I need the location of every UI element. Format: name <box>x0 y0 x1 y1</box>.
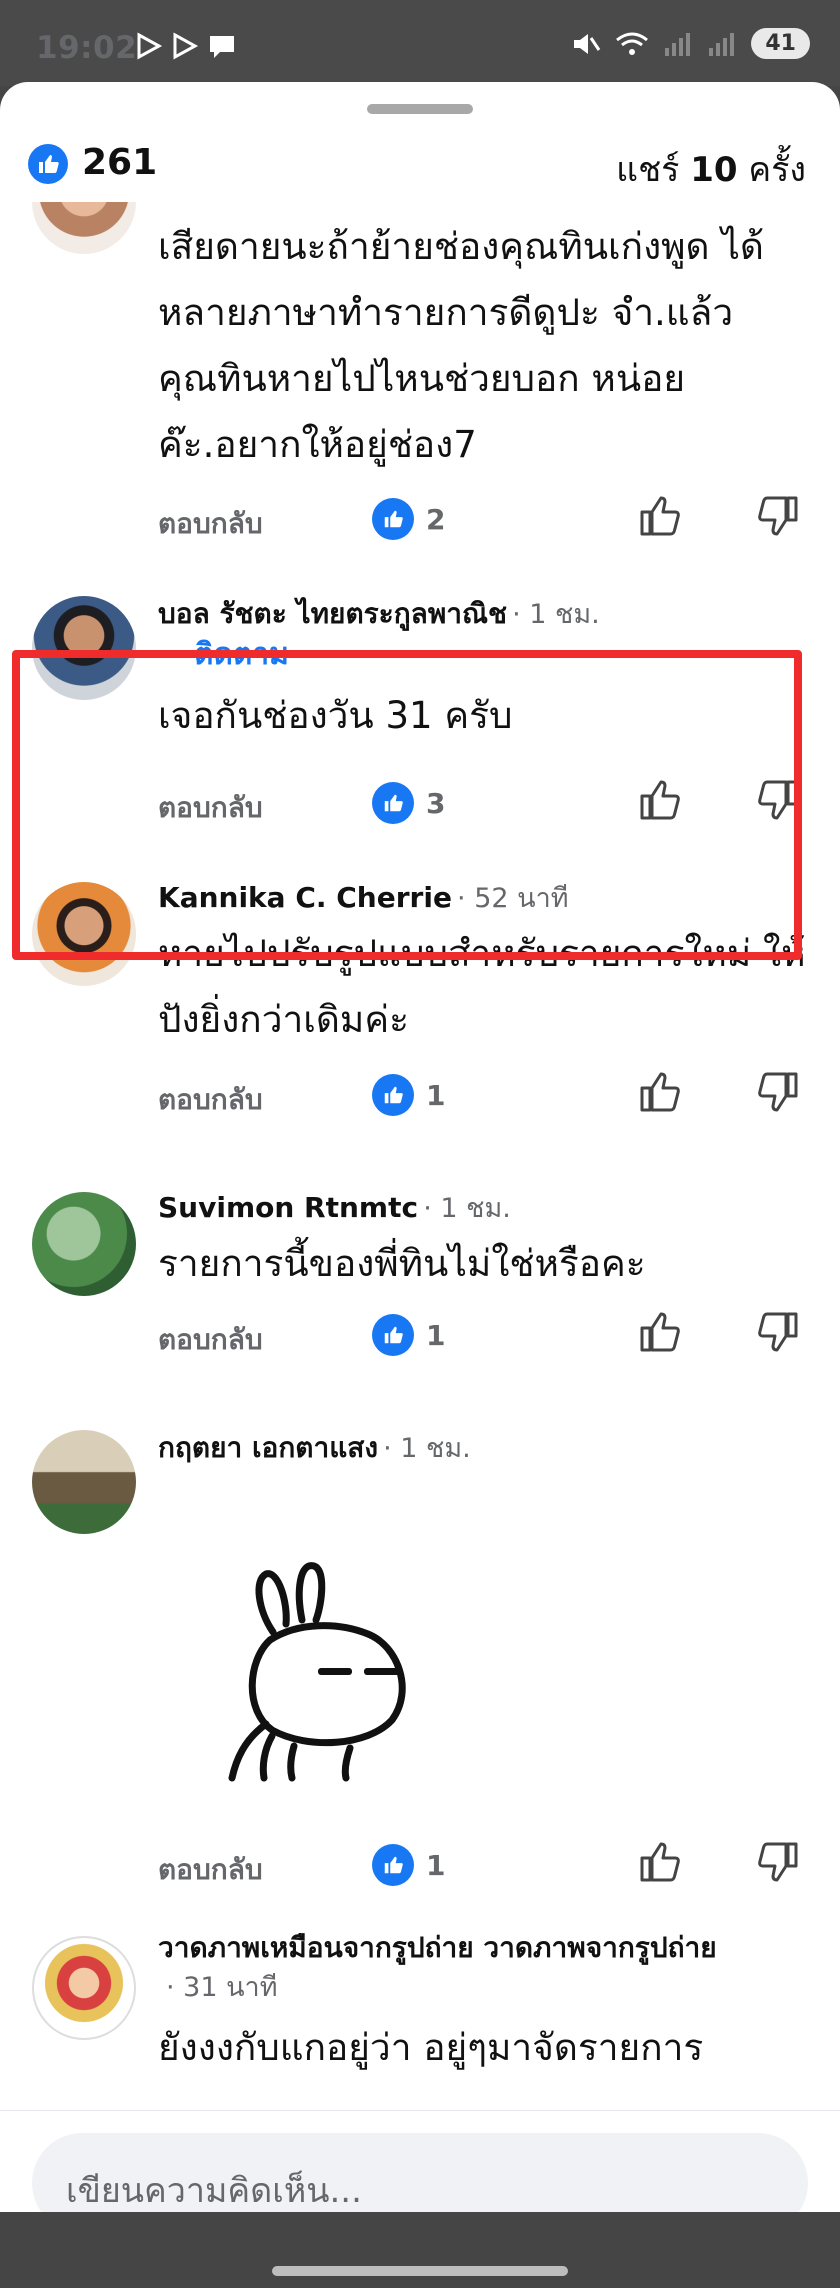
commenter-name[interactable]: กฤตยา เอกตาแสง <box>158 1431 378 1464</box>
thumbs-down-icon[interactable] <box>754 1068 802 1116</box>
comment-time: · 31 นาที <box>166 1972 278 2003</box>
commenter-name[interactable]: บอล รัชตะ ไทยตระกูลพาณิช <box>158 597 507 630</box>
comment-composer: เขียนความคิดเห็น... <box>0 2110 840 2212</box>
reply-button[interactable]: ตอบกลับ <box>158 1078 263 1122</box>
comment-input[interactable]: เขียนความคิดเห็น... <box>32 2133 808 2212</box>
play-icon <box>137 32 163 60</box>
comment-list: เสียดายนะถ้าย้ายช่องคุณทินเก่งพูด ได้หลา… <box>0 202 840 2110</box>
reply-button[interactable]: ตอบกลับ <box>158 1318 263 1362</box>
commenter-name[interactable]: Suvimon Rtnmtc <box>158 1191 418 1224</box>
reply-button[interactable]: ตอบกลับ <box>158 502 263 546</box>
reaction-count[interactable]: 1 <box>372 1074 445 1116</box>
comments-sheet: 261 แชร์ 10 ครั้ง เสียดายนะถ้าย้ายช่องคุ… <box>0 82 840 2212</box>
like-count[interactable]: 261 <box>82 142 157 183</box>
comment-text: เสียดายนะถ้าย้ายช่องคุณทินเก่งพูด ได้หลา… <box>158 225 764 466</box>
thumbs-down-icon[interactable] <box>754 1838 802 1886</box>
like-icon <box>372 1314 414 1356</box>
like-icon <box>28 144 68 184</box>
reaction-count[interactable]: 2 <box>372 498 445 540</box>
signal-icon <box>709 32 735 56</box>
reaction-count[interactable]: 1 <box>372 1314 445 1356</box>
thumbs-down-icon[interactable] <box>754 492 802 540</box>
play-icon <box>173 32 199 60</box>
thumbs-up-icon[interactable] <box>636 1068 684 1116</box>
drag-handle[interactable] <box>367 104 473 114</box>
comment-time: · 1 ชม. <box>383 1433 471 1464</box>
notification-icons <box>135 32 237 60</box>
comment-time: · 1 ชม. <box>423 1193 511 1224</box>
battery-indicator: 41 <box>751 28 810 59</box>
avatar[interactable] <box>32 1192 136 1296</box>
chat-icon <box>210 36 234 58</box>
comment-input-placeholder: เขียนความคิดเห็น... <box>66 2171 362 2211</box>
rabbit-sticker[interactable] <box>218 1550 458 1782</box>
share-count[interactable]: แชร์ 10 ครั้ง <box>616 142 806 196</box>
comment-text: รายการนี้ของพี่ทินไม่ใช่หรือคะ <box>158 1242 646 1285</box>
commenter-name[interactable]: วาดภาพเหมือนจากรูปถ่าย วาดภาพจากรูปถ่าย <box>158 1931 717 1964</box>
comment-time: · 1 ชม. <box>512 599 600 630</box>
status-time: 19:02 <box>36 30 138 66</box>
reply-button[interactable]: ตอบกลับ <box>158 1848 263 1892</box>
thumbs-up-icon[interactable] <box>636 492 684 540</box>
highlight-box <box>12 650 802 960</box>
like-icon <box>372 1074 414 1116</box>
avatar[interactable] <box>32 202 136 254</box>
status-bar: 19:02 41 <box>0 0 840 86</box>
navigation-bar <box>0 2212 840 2288</box>
home-gesture-bar[interactable] <box>272 2266 568 2276</box>
thumbs-up-icon[interactable] <box>636 1308 684 1356</box>
comment-text: ยังงงกับแกอยู่ว่า อยู่ๆมาจัดรายการ <box>158 2026 704 2069</box>
like-icon <box>372 498 414 540</box>
avatar[interactable] <box>32 1430 136 1534</box>
avatar[interactable] <box>32 1936 136 2040</box>
sheet-header: 261 แชร์ 10 ครั้ง <box>0 134 840 194</box>
reaction-count[interactable]: 1 <box>372 1844 445 1886</box>
like-icon <box>372 1844 414 1886</box>
mute-icon <box>574 33 601 54</box>
thumbs-down-icon[interactable] <box>754 1308 802 1356</box>
wifi-icon <box>616 32 649 55</box>
signal-icon <box>665 32 691 56</box>
thumbs-up-icon[interactable] <box>636 1838 684 1886</box>
